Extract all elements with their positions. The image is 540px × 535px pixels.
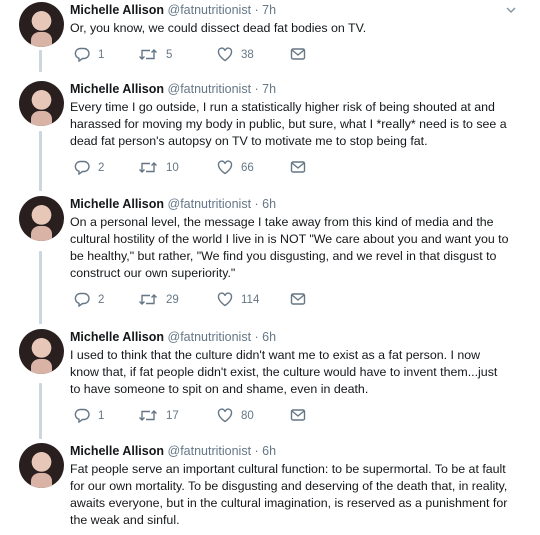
retweet-button[interactable]: 29: [138, 292, 179, 307]
author-name[interactable]: Michelle Allison: [70, 197, 164, 211]
author-name[interactable]: Michelle Allison: [70, 444, 164, 458]
direct-message-button[interactable]: [290, 160, 306, 174]
reply-icon: [74, 160, 90, 175]
author-name[interactable]: Michelle Allison: [70, 3, 164, 17]
tweet-header: Michelle Allison @fatnutritionist · 6h: [70, 196, 510, 212]
direct-message-button[interactable]: [290, 292, 306, 306]
reply-count: 1: [98, 409, 105, 422]
tweet-actions: 1 17 80: [70, 408, 510, 426]
author-name[interactable]: Michelle Allison: [70, 82, 164, 96]
tweet-thread: Michelle Allison @fatnutritionist · 7h O…: [0, 0, 540, 535]
reply-button[interactable]: 2: [74, 160, 104, 175]
like-button[interactable]: 80: [217, 408, 254, 423]
reply-button[interactable]: 1: [74, 47, 104, 62]
author-handle[interactable]: @fatnutritionist: [168, 444, 252, 458]
tweet-header: Michelle Allison @fatnutritionist · 6h: [70, 329, 510, 345]
envelope-icon: [290, 409, 306, 421]
direct-message-button[interactable]: [290, 408, 306, 422]
tweet-time[interactable]: · 6h: [255, 444, 277, 458]
heart-icon: [217, 408, 233, 423]
author-handle[interactable]: @fatnutritionist: [168, 3, 252, 17]
envelope-icon: [290, 48, 306, 60]
retweet-button[interactable]: 5: [138, 47, 172, 62]
thread-line: [39, 50, 42, 72]
retweet-count: 5: [166, 48, 173, 61]
tweet-time[interactable]: · 6h: [255, 330, 277, 344]
heart-icon: [217, 160, 233, 175]
like-count: 38: [241, 48, 254, 61]
retweet-count: 29: [166, 293, 179, 306]
tweet-header: Michelle Allison @fatnutritionist · 7h: [70, 2, 510, 18]
reply-count: 1: [98, 48, 105, 61]
thread-line: [39, 383, 42, 439]
retweet-icon: [139, 162, 157, 173]
author-name[interactable]: Michelle Allison: [70, 330, 164, 344]
retweet-icon: [139, 294, 157, 305]
thread-line: [39, 251, 42, 324]
retweet-count: 17: [166, 409, 179, 422]
retweet-icon: [139, 410, 157, 421]
reply-count: 2: [98, 293, 105, 306]
reply-icon: [74, 47, 90, 62]
like-button[interactable]: 114: [217, 292, 259, 307]
tweet-text: Fat people serve an important cultural f…: [70, 462, 508, 527]
retweet-button[interactable]: 10: [138, 160, 179, 175]
tweet-actions: 2 29 114: [70, 292, 510, 310]
like-count: 66: [241, 161, 254, 174]
author-handle[interactable]: @fatnutritionist: [168, 197, 252, 211]
reply-button[interactable]: 1: [74, 408, 104, 423]
chevron-down-icon[interactable]: [505, 4, 517, 16]
retweet-icon: [139, 49, 157, 60]
reply-icon: [74, 292, 90, 307]
like-button[interactable]: 66: [217, 160, 254, 175]
tweet-actions: 2 10 66: [70, 160, 510, 178]
thread-line: [39, 131, 42, 191]
retweet-button[interactable]: 17: [138, 408, 179, 423]
tweet-time[interactable]: · 6h: [255, 197, 277, 211]
tweet-header: Michelle Allison @fatnutritionist · 7h: [70, 81, 510, 97]
envelope-icon: [290, 161, 306, 173]
author-handle[interactable]: @fatnutritionist: [168, 82, 252, 96]
tweet-time[interactable]: · 7h: [255, 3, 277, 17]
avatar[interactable]: [19, 81, 64, 126]
avatar[interactable]: [19, 443, 64, 488]
tweet-actions: 1 5 38: [70, 47, 510, 65]
like-count: 114: [241, 293, 260, 306]
tweet-text: I used to think that the culture didn't …: [70, 348, 498, 396]
like-count: 80: [241, 409, 254, 422]
avatar[interactable]: [19, 329, 64, 374]
retweet-count: 10: [166, 161, 179, 174]
like-button[interactable]: 38: [217, 47, 254, 62]
tweet-time[interactable]: · 7h: [255, 82, 277, 96]
reply-icon: [74, 408, 90, 423]
tweet-text: Every time I go outside, I run a statist…: [70, 100, 507, 148]
author-handle[interactable]: @fatnutritionist: [168, 330, 252, 344]
tweet-text: Or, you know, we could dissect dead fat …: [70, 21, 367, 35]
heart-icon: [217, 47, 233, 62]
heart-icon: [217, 292, 233, 307]
reply-button[interactable]: 2: [74, 292, 104, 307]
avatar[interactable]: [19, 196, 64, 241]
tweet-header: Michelle Allison @fatnutritionist · 6h: [70, 443, 510, 459]
avatar[interactable]: [19, 2, 64, 47]
envelope-icon: [290, 293, 306, 305]
reply-count: 2: [98, 161, 105, 174]
tweet-text: On a personal level, the message I take …: [70, 215, 509, 280]
direct-message-button[interactable]: [290, 47, 306, 61]
